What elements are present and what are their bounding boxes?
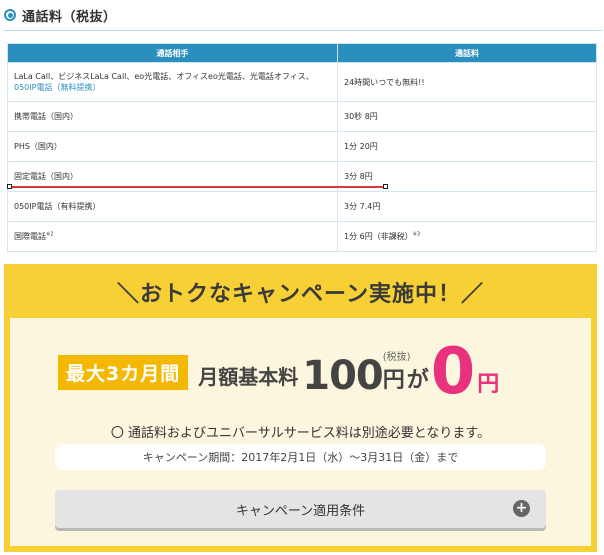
conditions-button-label: キャンペーン適用条件 [235,503,366,519]
section-header: 通話料（税抜） [4,2,117,28]
duration-badge: 最大3カ月間 [58,354,189,390]
rate-cell: 30秒 8円 [337,101,597,132]
table-row: 050IP電話（有料提携） 3分 7.4円 [7,191,597,222]
campaign-price: 0 [430,335,476,409]
particle-ga: が [406,367,429,393]
campaign-panel: ＼おトクなキャンペーン実施中！／ 最大3カ月間 月額基本料 100 (税抜) 円… [4,264,597,552]
rate-text: 1分 6円（非課税） [344,232,413,241]
destination-cell: LaLa Call、ビジネスLaLa Call、eo光電話、オフィスeo光電話、… [7,62,338,102]
selection-handle-end[interactable] [383,184,388,189]
destination-text: 国際電話 [14,232,46,241]
destination-text: LaLa Call、ビジネスLaLa Call、eo光電話、オフィスeo光電話、… [14,72,314,81]
call-rate-table: 通話相手 通話料 LaLa Call、ビジネスLaLa Call、eo光電話、オ… [7,43,597,252]
destination-link[interactable]: 050IP電話（無料提携） [14,82,331,93]
destination-cell: PHS（国内） [7,131,338,162]
header-divider [4,30,602,31]
radio-circle-icon [4,9,16,21]
rate-cell: 24時間いつでも無料!! [337,62,597,102]
fee-note: 〇 通話料およびユニバーサルサービス料は別途必要となります。 [110,426,491,441]
campaign-body: 最大3カ月間 月額基本料 100 (税抜) 円 が 0 円 〇 通話料およびユニ… [10,318,591,546]
destination-cell: 国際電話※2 [7,221,338,252]
campaign-banner: 最大3カ月間 月額基本料 100 (税抜) 円 が 0 円 [58,335,500,409]
column-header-destination: 通話相手 [7,43,338,63]
table-row: 国際電話※2 1分 6円（非課税）※3 [7,221,597,252]
destination-cell: 携帯電話（国内） [7,101,338,132]
plus-circle-icon: + [513,500,530,517]
yen-label: 円 [382,367,405,393]
table-row: PHS（国内） 1分 20円 [7,131,597,162]
regular-price: 100 [302,352,383,399]
campaign-title: ＼おトクなキャンペーン実施中！／ [117,282,484,307]
footnote-mark: ※3 [412,231,421,238]
column-header-rate: 通話料 [337,43,597,63]
regular-price-unit: (税抜) 円 [382,352,411,394]
footnote-mark: ※2 [46,231,54,238]
campaign-yen-label: 円 [477,371,500,397]
table-row: LaLa Call、ビジネスLaLa Call、eo光電話、オフィスeo光電話、… [7,62,597,102]
tax-note: (税抜) [382,351,411,363]
campaign-conditions-button[interactable]: キャンペーン適用条件 + [55,490,546,528]
plan-label: 月額基本料 [198,364,299,389]
campaign-period: キャンペーン期間：2017年2月1日（水）～3月31日（金）まで [55,444,546,470]
rate-cell: 3分 7.4円 [337,191,597,222]
selection-handle-start[interactable] [7,184,12,189]
section-title: 通話料（税抜） [22,9,117,25]
destination-link[interactable]: 050IP電話（有料提携） [7,191,338,222]
table-row: 携帯電話（国内） 30秒 8円 [7,101,597,132]
selection-line[interactable] [10,186,386,188]
rate-cell: 1分 20円 [337,131,597,162]
rate-cell: 1分 6円（非課税）※3 [337,221,597,252]
